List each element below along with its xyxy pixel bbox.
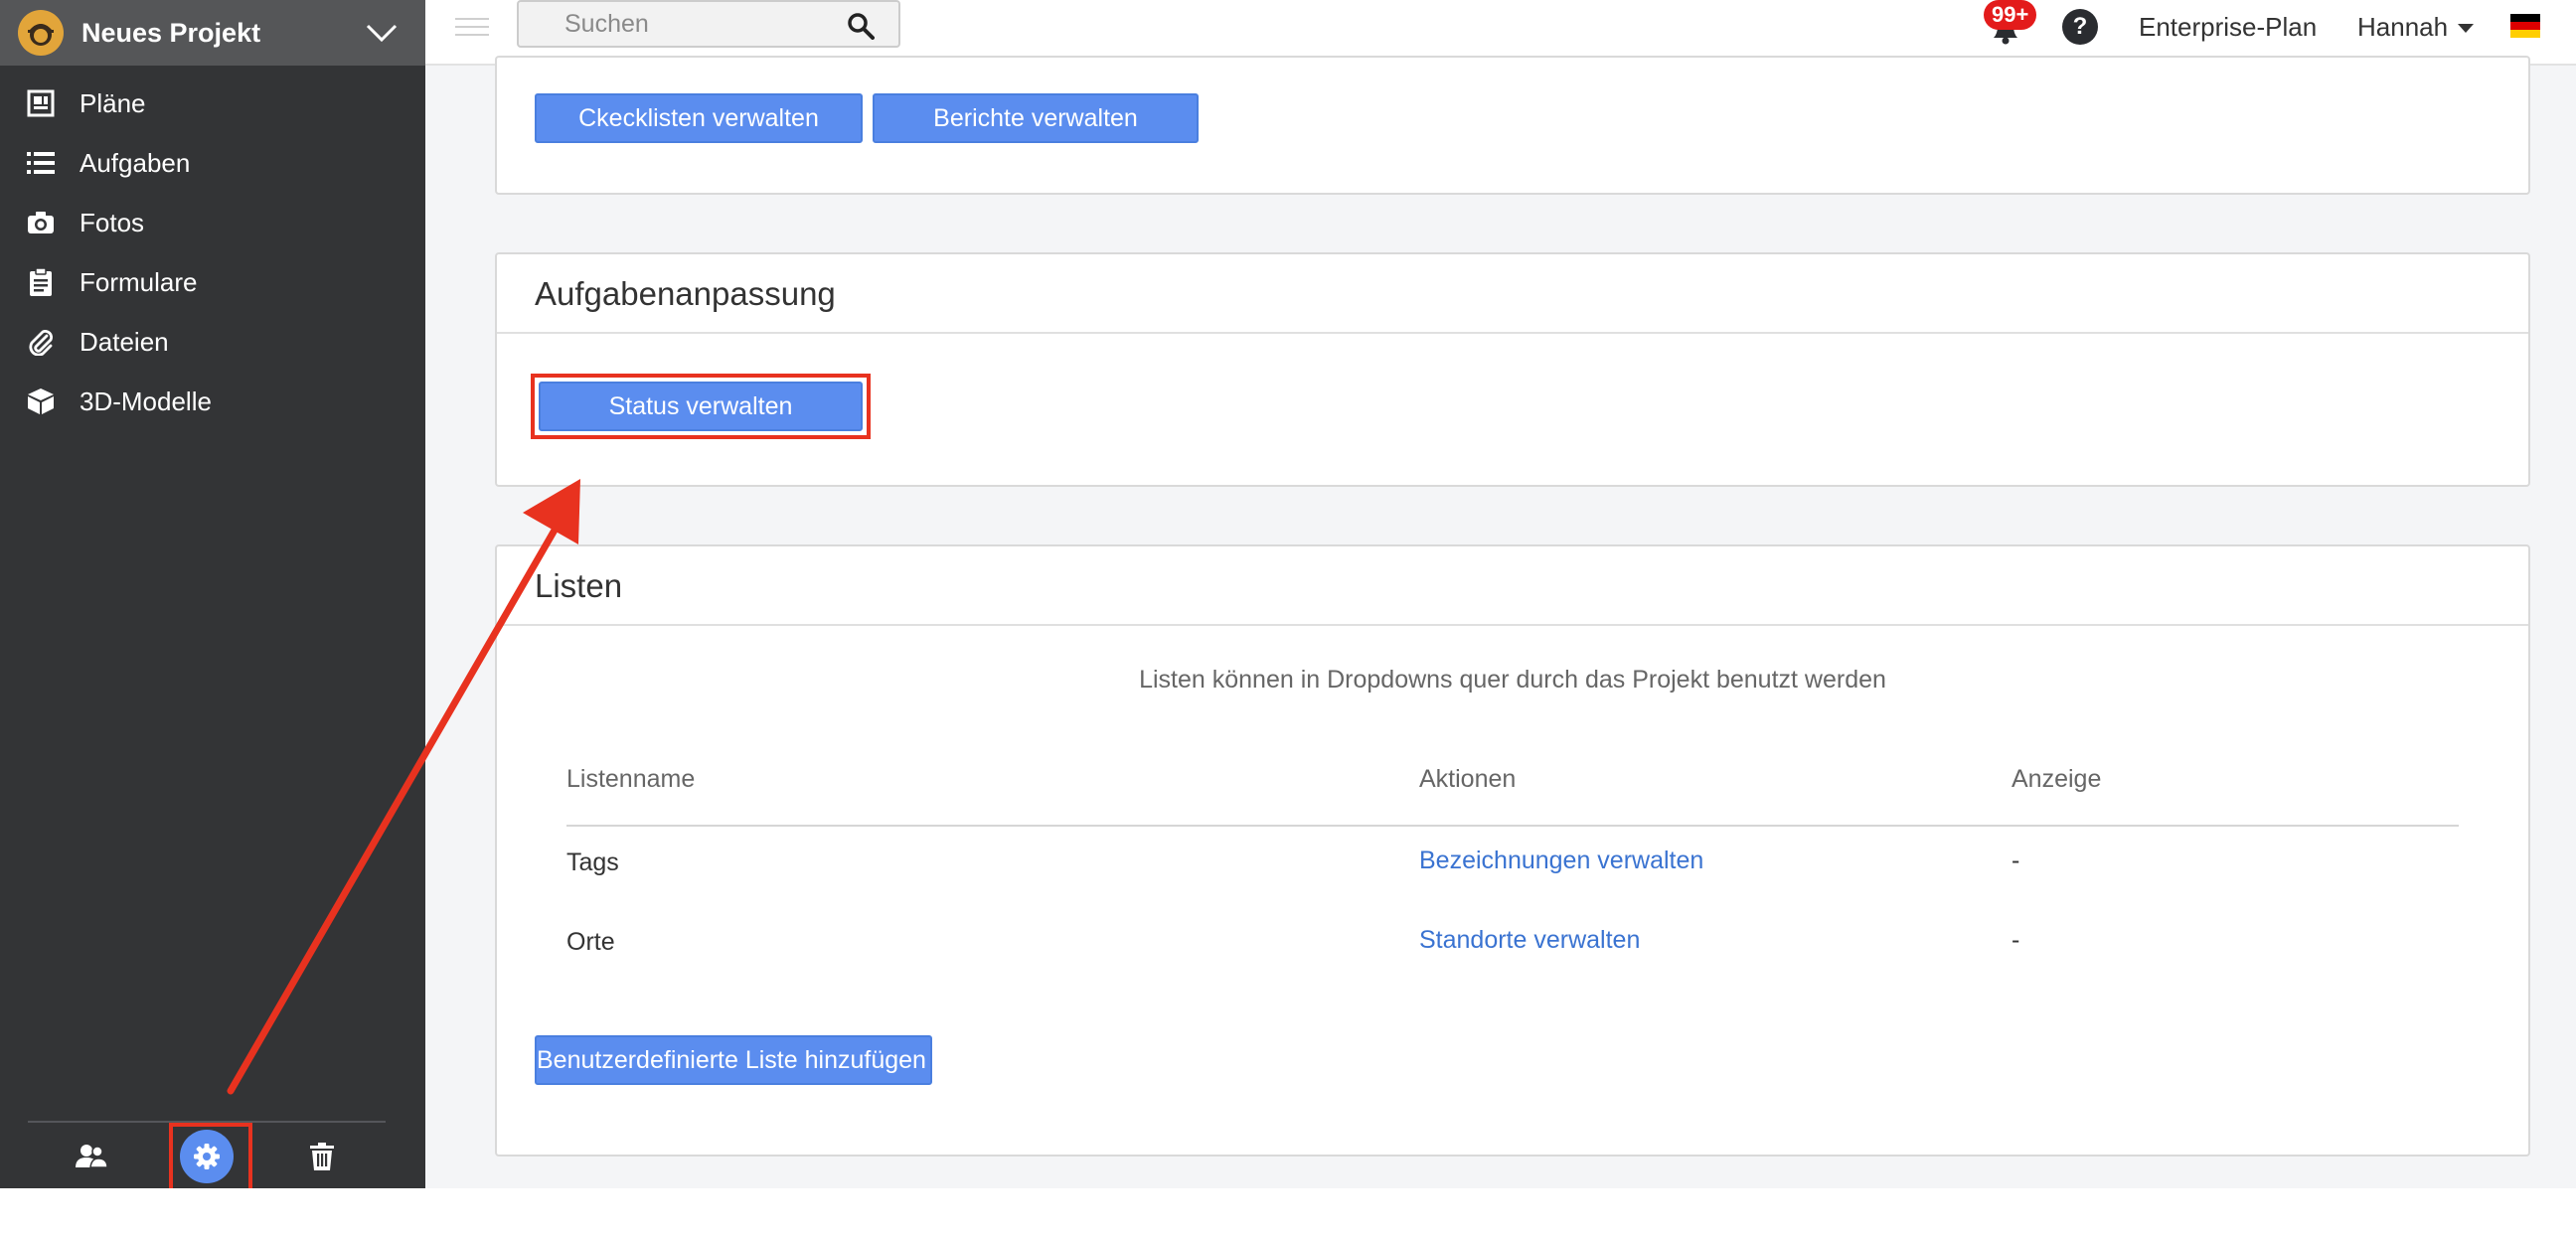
project-switcher[interactable]: Neues Projekt bbox=[0, 0, 425, 66]
sidebar-item-label: Fotos bbox=[80, 207, 145, 237]
caret-down-icon[interactable] bbox=[2458, 24, 2474, 33]
sidebar-item-label: 3D-Modelle bbox=[80, 386, 212, 416]
search-icon[interactable] bbox=[847, 12, 875, 40]
sidebar-item-label: Pläne bbox=[80, 87, 146, 118]
notification-badge: 99+ bbox=[1984, 0, 2037, 30]
project-name: Neues Projekt bbox=[81, 17, 261, 48]
project-logo-icon bbox=[18, 10, 64, 56]
help-icon[interactable]: ? bbox=[2062, 9, 2098, 45]
german-flag-icon[interactable] bbox=[2510, 14, 2540, 38]
table-row-display: - bbox=[2012, 926, 2020, 954]
plan-link[interactable]: Enterprise-Plan bbox=[2139, 12, 2317, 43]
trash-icon[interactable] bbox=[292, 1127, 352, 1186]
table-row-display: - bbox=[2012, 847, 2020, 874]
add-custom-list-button[interactable]: Benutzerdefinierte Liste hinzufügen bbox=[535, 1035, 932, 1085]
sidebar-item-label: Dateien bbox=[80, 326, 169, 357]
page-footer-strip bbox=[0, 1188, 2576, 1234]
manage-locations-link[interactable]: Standorte verwalten bbox=[1419, 926, 1640, 955]
sidebar-item-fotos[interactable]: Fotos bbox=[0, 193, 425, 252]
manage-tags-link[interactable]: Bezeichnungen verwalten bbox=[1419, 847, 1703, 875]
table-row-name: Orte bbox=[566, 928, 615, 956]
sidebar-item-3d-modelle[interactable]: 3D-Modelle bbox=[0, 372, 425, 431]
sidebar: Neues Projekt Pläne Aufgaben Fotos Formu… bbox=[0, 0, 425, 1192]
lists-description: Listen können in Dropdowns quer durch da… bbox=[1139, 666, 1886, 694]
search-input[interactable] bbox=[519, 2, 837, 46]
settings-highlight-box bbox=[169, 1123, 252, 1192]
list-icon bbox=[26, 148, 56, 178]
sidebar-item-plaene[interactable]: Pläne bbox=[0, 74, 425, 133]
column-header-listname: Listenname bbox=[566, 765, 696, 793]
checklists-card: Ckecklisten verwalten Berichte verwalten bbox=[495, 56, 2530, 195]
main-content: Ckecklisten verwalten Berichte verwalten… bbox=[425, 56, 2576, 1188]
cube-icon bbox=[26, 386, 56, 416]
chevron-down-icon[interactable] bbox=[362, 13, 402, 53]
card-title: Aufgabenanpassung bbox=[497, 254, 2528, 334]
clipboard-icon bbox=[26, 267, 56, 297]
sidebar-item-label: Formulare bbox=[80, 266, 198, 297]
hamburger-menu-icon[interactable] bbox=[455, 12, 489, 46]
task-customization-card: Aufgabenanpassung Status verwalten bbox=[495, 252, 2530, 487]
user-menu[interactable]: Hannah bbox=[2357, 12, 2448, 43]
camera-icon bbox=[26, 208, 56, 237]
card-title: Listen bbox=[497, 546, 2528, 626]
manage-reports-button[interactable]: Berichte verwalten bbox=[873, 93, 1199, 143]
sidebar-item-label: Aufgaben bbox=[80, 147, 191, 178]
paperclip-icon bbox=[26, 327, 56, 357]
status-highlight-box bbox=[531, 374, 871, 439]
column-header-actions: Aktionen bbox=[1419, 765, 1517, 793]
lists-card: Listen Listen können in Dropdowns quer d… bbox=[495, 544, 2530, 1157]
users-icon[interactable] bbox=[62, 1127, 121, 1186]
sidebar-item-formulare[interactable]: Formulare bbox=[0, 252, 425, 312]
sidebar-item-aufgaben[interactable]: Aufgaben bbox=[0, 133, 425, 193]
blueprint-icon bbox=[26, 88, 56, 118]
table-row-name: Tags bbox=[566, 848, 619, 876]
search-box[interactable] bbox=[517, 0, 900, 48]
sidebar-nav: Pläne Aufgaben Fotos Formulare Dateien 3… bbox=[0, 74, 425, 431]
column-header-display: Anzeige bbox=[2012, 765, 2102, 793]
sidebar-item-dateien[interactable]: Dateien bbox=[0, 312, 425, 372]
manage-checklists-button[interactable]: Ckecklisten verwalten bbox=[535, 93, 863, 143]
table-header-divider bbox=[566, 825, 2459, 827]
